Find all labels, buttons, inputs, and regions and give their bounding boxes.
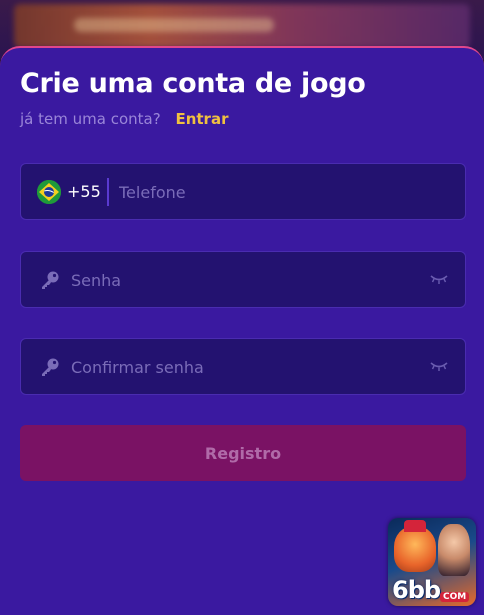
confirm-password-input[interactable] xyxy=(71,349,411,385)
phone-field[interactable]: +55 xyxy=(20,163,466,220)
phone-input[interactable] xyxy=(119,174,449,210)
character-icon xyxy=(438,524,470,576)
brazil-flag-icon[interactable] xyxy=(37,180,61,204)
badge-logo: 6bb xyxy=(392,576,441,604)
eye-closed-icon[interactable] xyxy=(429,358,449,372)
badge-logo-suffix: COM xyxy=(440,592,470,602)
key-icon xyxy=(39,356,61,378)
login-link[interactable]: Entrar xyxy=(175,110,228,128)
confirm-password-field[interactable] xyxy=(20,338,466,395)
key-icon xyxy=(39,269,61,291)
promo-banner-image xyxy=(14,4,470,48)
password-input[interactable] xyxy=(71,262,411,298)
tiger-mascot-icon xyxy=(394,520,436,572)
app-promo-badge[interactable]: 6bb COM xyxy=(388,518,476,606)
country-dial-code[interactable]: +55 xyxy=(67,182,101,201)
eye-closed-icon[interactable] xyxy=(429,271,449,285)
page-title: Crie uma conta de jogo xyxy=(20,68,366,99)
password-field[interactable] xyxy=(20,251,466,308)
register-button[interactable]: Registro xyxy=(20,425,466,481)
have-account-text: já tem uma conta? xyxy=(20,110,161,128)
login-prompt: já tem uma conta? Entrar xyxy=(20,110,228,128)
phone-divider xyxy=(107,178,109,206)
